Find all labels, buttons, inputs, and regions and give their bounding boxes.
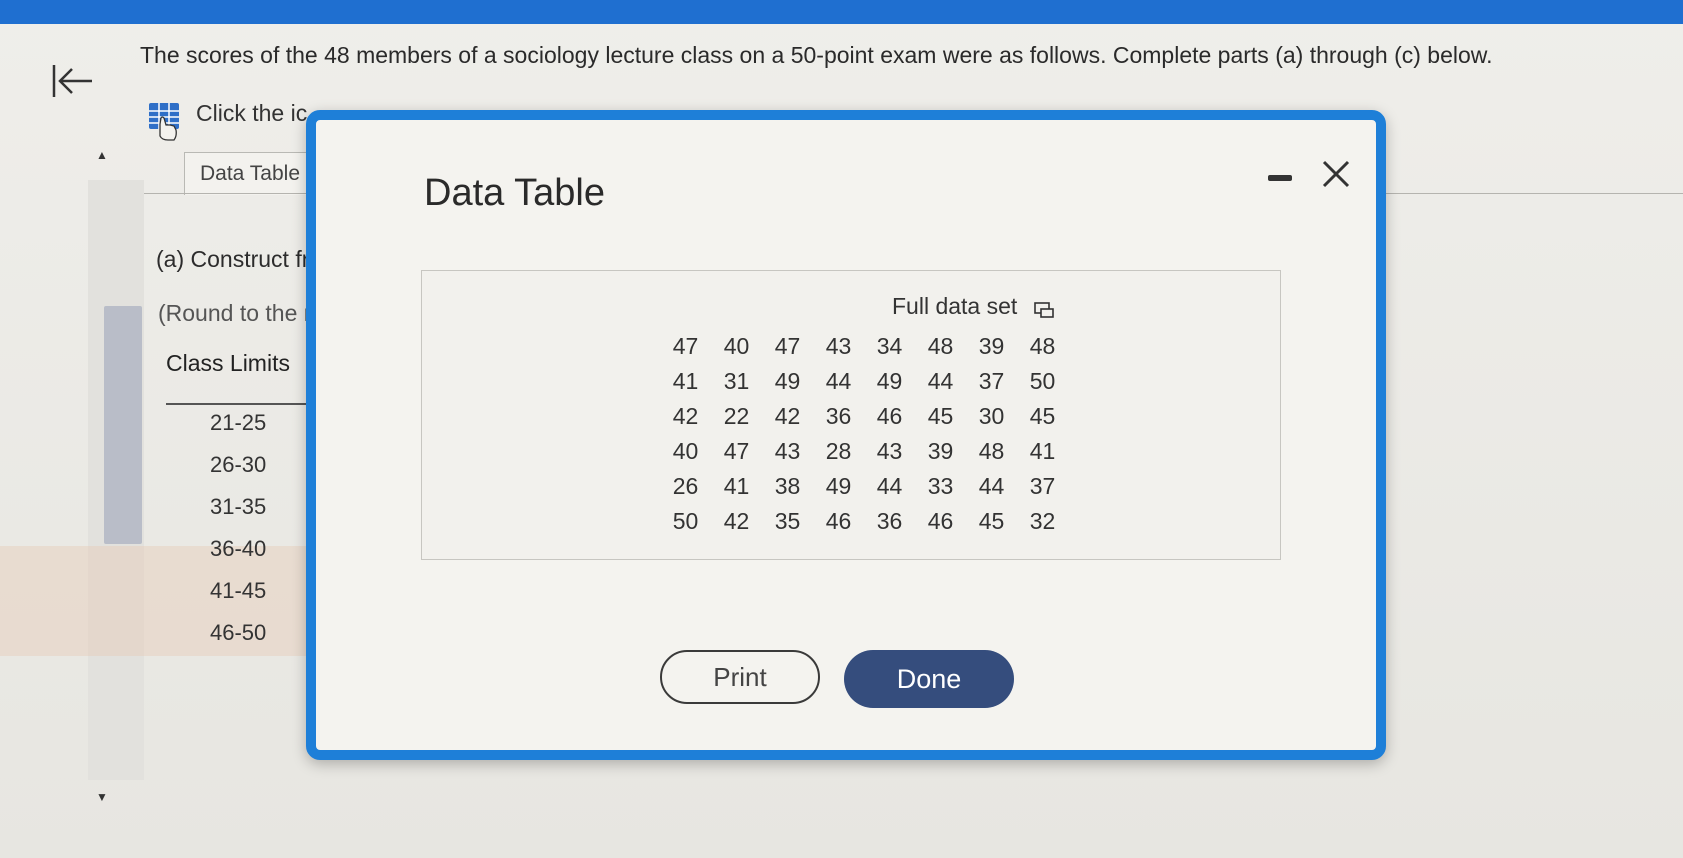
done-button[interactable]: Done	[844, 650, 1014, 708]
rounding-instruction: (Round to the n	[158, 300, 317, 326]
data-cell: 47	[723, 438, 750, 464]
table-icon[interactable]	[148, 102, 182, 141]
data-cell: 48	[978, 438, 1005, 464]
class-limit-row: 46-50	[210, 620, 267, 645]
question-text: The scores of the 48 members of a sociol…	[140, 42, 1493, 68]
data-cell: 28	[825, 438, 852, 464]
back-button[interactable]	[48, 58, 98, 104]
data-cell: 36	[825, 403, 852, 429]
data-cell: 39	[978, 333, 1005, 359]
data-cell: 47	[774, 333, 801, 359]
data-cell: 49	[876, 368, 903, 394]
data-row: 40 47 43 28 43 39 48 41	[660, 434, 1068, 469]
data-row: 50 42 35 46 36 46 45 32	[660, 504, 1068, 539]
data-cell: 50	[1029, 368, 1056, 394]
data-cell: 49	[825, 473, 852, 499]
class-limit-row: 41-45	[210, 578, 267, 603]
data-cell: 47	[672, 333, 699, 359]
table-header-rule	[166, 403, 326, 405]
copy-icon[interactable]	[1034, 301, 1056, 319]
page: The scores of the 48 members of a sociol…	[0, 0, 1683, 858]
data-cell: 32	[1029, 508, 1056, 534]
full-data-set-label: Full data set	[892, 293, 1018, 319]
data-cell: 42	[672, 403, 699, 429]
data-cell: 45	[1029, 403, 1056, 429]
data-cell: 44	[927, 368, 954, 394]
data-cell: 39	[927, 438, 954, 464]
data-set-box: Full data set 47 40 47 43 34 48 39 48 41 31 49 44 49…	[421, 270, 1281, 560]
data-cell: 40	[723, 333, 750, 359]
data-cell: 30	[978, 403, 1005, 429]
class-limit-row: 21-25	[210, 410, 267, 435]
class-limits-header: Class Limits	[166, 350, 290, 376]
data-cell: 48	[927, 333, 954, 359]
data-cell: 43	[774, 438, 801, 464]
class-limit-row: 31-35	[210, 494, 267, 519]
data-row: 42 22 42 36 46 45 30 45	[660, 399, 1068, 434]
part-a-text: (a) Construct fr	[156, 246, 310, 272]
data-grid: 47 40 47 43 34 48 39 48 41 31 49 44 49 44 37 50 42 22 42 36…	[660, 329, 1068, 539]
background-shade	[0, 546, 340, 656]
data-cell: 22	[723, 403, 750, 429]
data-cell: 45	[927, 403, 954, 429]
data-cell: 44	[825, 368, 852, 394]
data-cell: 31	[723, 368, 750, 394]
data-cell: 37	[978, 368, 1005, 394]
data-cell: 49	[774, 368, 801, 394]
data-cell: 40	[672, 438, 699, 464]
data-cell: 26	[672, 473, 699, 499]
minimize-icon[interactable]	[1266, 170, 1294, 181]
scroll-up-icon[interactable]: ▲	[96, 148, 110, 162]
tab-data-table[interactable]: Data Table	[184, 152, 316, 195]
data-cell: 43	[825, 333, 852, 359]
data-cell: 36	[876, 508, 903, 534]
scrollbar-thumb[interactable]	[104, 306, 142, 544]
print-button[interactable]: Print	[660, 650, 820, 704]
data-cell: 45	[978, 508, 1005, 534]
data-cell: 35	[774, 508, 801, 534]
scroll-down-icon[interactable]: ▼	[96, 790, 110, 804]
data-cell: 33	[927, 473, 954, 499]
top-bar	[0, 0, 1683, 24]
data-row: 26 41 38 49 44 33 44 37	[660, 469, 1068, 504]
data-cell: 34	[876, 333, 903, 359]
data-cell: 46	[876, 403, 903, 429]
data-cell: 48	[1029, 333, 1056, 359]
data-cell: 46	[927, 508, 954, 534]
data-cell: 41	[723, 473, 750, 499]
class-limit-row: 36-40	[210, 536, 267, 561]
close-icon[interactable]	[1318, 156, 1354, 192]
data-table-dialog: Data Table Full data set 47 40 47 43 34 48 39 4…	[306, 110, 1386, 760]
class-limit-row: 26-30	[210, 452, 267, 477]
data-cell: 42	[774, 403, 801, 429]
data-cell: 38	[774, 473, 801, 499]
data-row: 41 31 49 44 49 44 37 50	[660, 364, 1068, 399]
back-to-start-icon	[52, 65, 92, 97]
data-cell: 37	[1029, 473, 1056, 499]
data-cell: 43	[876, 438, 903, 464]
dialog-title: Data Table	[424, 172, 605, 214]
data-cell: 44	[876, 473, 903, 499]
instruction-text: Click the ic	[196, 100, 308, 126]
data-cell: 41	[672, 368, 699, 394]
data-cell: 44	[978, 473, 1005, 499]
data-cell: 50	[672, 508, 699, 534]
data-cell: 42	[723, 508, 750, 534]
data-cell: 41	[1029, 438, 1056, 464]
data-row: 47 40 47 43 34 48 39 48	[660, 329, 1068, 364]
data-cell: 46	[825, 508, 852, 534]
